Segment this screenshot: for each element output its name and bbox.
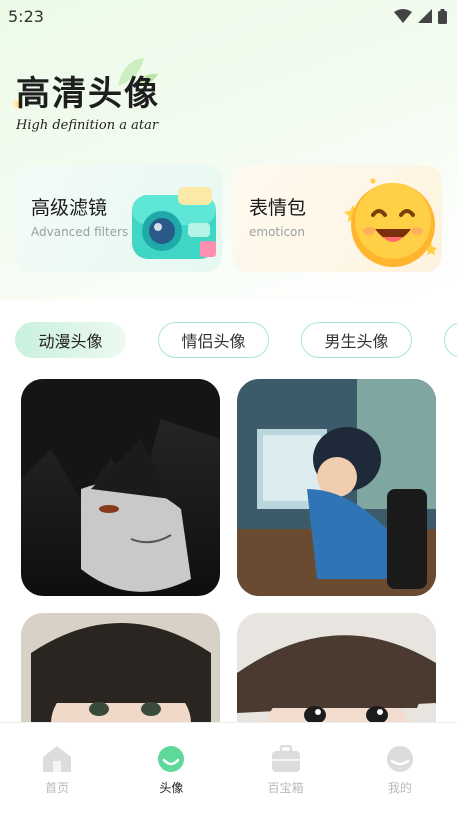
card-title: 表情包	[249, 197, 307, 219]
home-icon	[43, 746, 72, 772]
camera-icon	[132, 187, 216, 259]
anime-boy-computer-avatar	[237, 379, 436, 596]
nav-toolbox[interactable]: 百宝箱	[241, 723, 331, 814]
smile-emoji-icon	[344, 178, 437, 267]
card-title: 高级滤镜	[31, 197, 108, 219]
nav-avatar[interactable]: 头像	[126, 723, 216, 814]
avatar-tile-1[interactable]	[21, 379, 220, 596]
page-title: 高清头像	[16, 74, 160, 114]
nav-label: 首页	[45, 781, 70, 795]
status-time: 5:23	[8, 6, 44, 26]
status-icons	[394, 8, 447, 24]
wifi-icon	[394, 9, 412, 23]
profile-icon	[386, 746, 413, 772]
status-bar: 5:23	[0, 0, 457, 32]
emoticon-card[interactable]: 表情包 emoticon	[233, 165, 442, 272]
tab-more[interactable]	[444, 322, 457, 358]
tab-boy-avatar[interactable]: 男生头像	[301, 322, 412, 358]
category-tabs: 动漫头像 情侣头像 男生头像	[15, 322, 457, 358]
smile-icon	[158, 746, 185, 772]
nav-label: 百宝箱	[267, 781, 304, 795]
advanced-filters-card[interactable]: 高级滤镜 Advanced filters	[15, 165, 222, 272]
bottom-navigation: 首页 头像 百宝箱 我的	[0, 722, 457, 814]
avatar-tile-2[interactable]	[237, 379, 436, 596]
nav-profile[interactable]: 我的	[355, 723, 445, 814]
card-subtitle: emoticon	[249, 225, 305, 239]
nav-label: 我的	[387, 781, 412, 795]
dark-anime-boy-avatar	[21, 379, 220, 596]
tab-couple-avatar[interactable]: 情侣头像	[158, 322, 269, 358]
signal-icon	[418, 9, 432, 23]
nav-home[interactable]: 首页	[12, 723, 102, 814]
page-subtitle: High definition a atar	[16, 118, 159, 133]
nav-label: 头像	[159, 781, 184, 795]
tab-anime-avatar[interactable]: 动漫头像	[15, 322, 126, 358]
toolbox-icon	[271, 745, 300, 772]
battery-icon	[438, 8, 447, 24]
card-subtitle: Advanced filters	[31, 225, 129, 239]
